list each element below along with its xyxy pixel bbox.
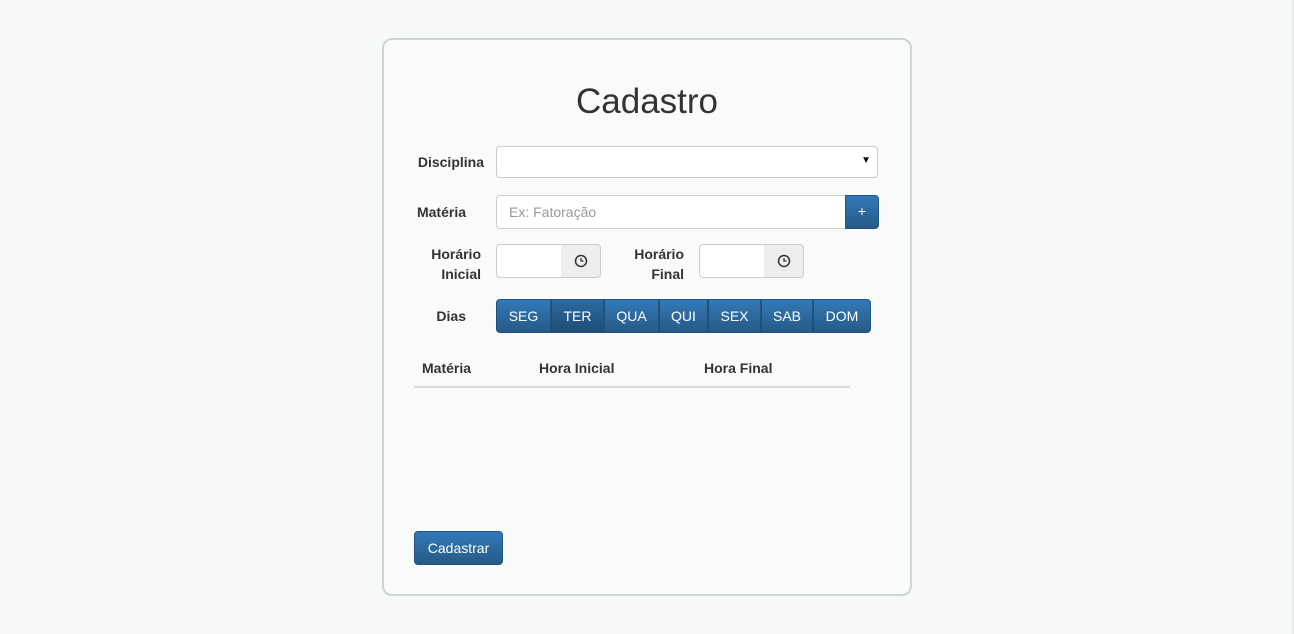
page-title: Cadastro <box>575 82 719 121</box>
horario-inicial-label-line2: Inicial <box>441 266 481 282</box>
dias-label: Dias <box>436 308 466 324</box>
column-header-hora-final: Hora Final <box>704 360 773 376</box>
disciplina-label: Disciplina <box>417 154 484 170</box>
day-button-sex[interactable]: SEX <box>708 299 761 333</box>
horario-inicial-input[interactable] <box>496 244 562 278</box>
horario-inicial-label: Horário Inicial <box>414 244 481 284</box>
day-button-seg[interactable]: SEG <box>496 299 551 333</box>
day-button-qui[interactable]: QUI <box>659 299 708 333</box>
caret-down-icon: ▼ <box>861 155 871 166</box>
clock-icon <box>777 254 790 268</box>
column-header-hora-inicial: Hora Inicial <box>539 360 615 376</box>
column-header-materia: Matéria <box>422 360 472 376</box>
horario-final-clock-button[interactable] <box>764 244 804 278</box>
horario-final-label-line2: Final <box>651 266 684 282</box>
materia-input[interactable] <box>496 195 846 229</box>
materias-table-header: Matéria Hora Inicial Hora Final <box>414 358 850 388</box>
days-button-group: SEG TER QUA QUI SEX SAB DOM <box>496 299 871 333</box>
day-button-ter[interactable]: TER <box>551 299 604 333</box>
registration-card: Cadastro Disciplina ▼ Matéria + Horário … <box>382 38 912 596</box>
day-button-sab[interactable]: SAB <box>761 299 813 333</box>
horario-final-label-line1: Horário <box>634 246 684 262</box>
clock-icon <box>574 254 587 268</box>
cadastrar-button[interactable]: Cadastrar <box>414 531 503 565</box>
horario-inicial-label-line1: Horário <box>431 246 481 262</box>
day-button-qua[interactable]: QUA <box>604 299 659 333</box>
horario-final-label: Horário Final <box>624 244 684 284</box>
day-button-dom[interactable]: DOM <box>813 299 871 333</box>
add-materia-button[interactable]: + <box>845 195 879 229</box>
horario-final-input[interactable] <box>699 244 765 278</box>
horario-inicial-clock-button[interactable] <box>561 244 601 278</box>
materia-label: Matéria <box>416 204 466 220</box>
disciplina-select[interactable]: ▼ <box>496 146 878 178</box>
